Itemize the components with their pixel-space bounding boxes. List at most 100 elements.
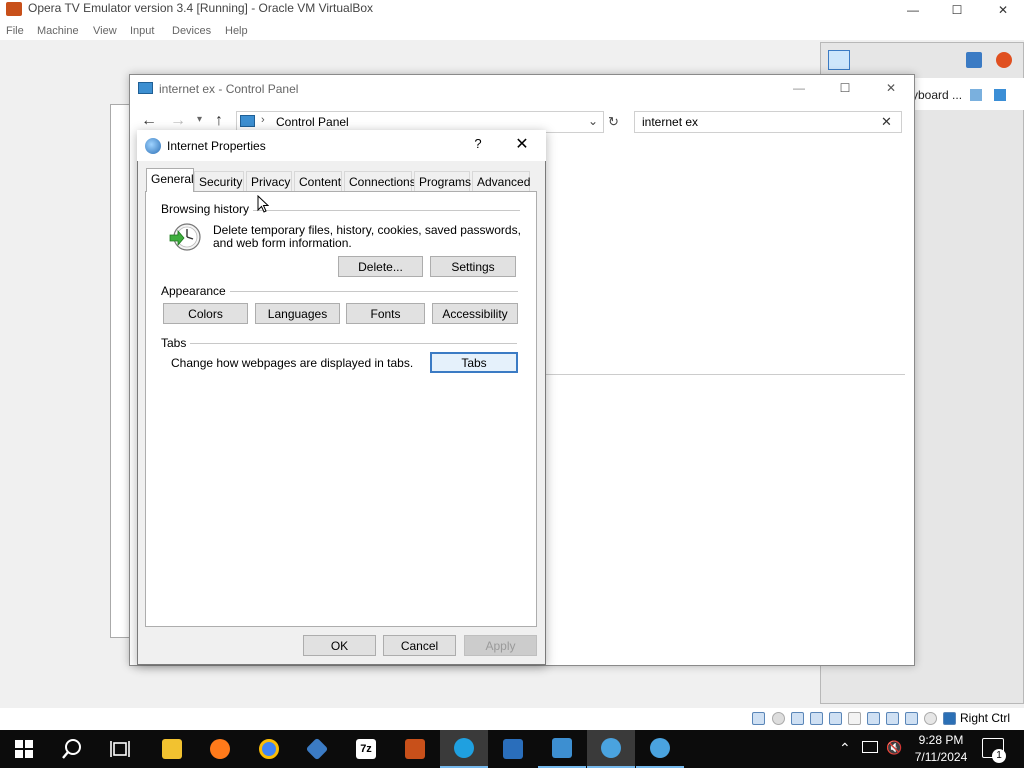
task-view-button[interactable] (96, 730, 144, 768)
taskbar-virtualbox[interactable] (293, 730, 341, 768)
breadcrumb-control-panel[interactable]: Control Panel (276, 115, 349, 129)
ease-of-access-icon[interactable] (966, 52, 982, 68)
menu-input[interactable]: Input (130, 25, 154, 37)
network-icon[interactable] (862, 741, 878, 753)
address-dropdown-icon[interactable]: ⌄ (588, 114, 598, 128)
taskbar-internet-options-1[interactable] (587, 730, 635, 768)
opera-tv-app-icon (6, 2, 22, 16)
cp-maximize-button[interactable]: ☐ (822, 78, 868, 98)
tab-general[interactable]: General (146, 168, 194, 192)
feedback-icon[interactable] (828, 50, 850, 70)
status-usb-icon[interactable] (829, 712, 842, 725)
search-icon (62, 739, 81, 759)
tab-security[interactable]: Security (194, 171, 244, 191)
status-audio-icon[interactable] (791, 712, 804, 725)
tab-connections[interactable]: Connections (344, 171, 416, 191)
up-arrow-icon[interactable]: ↑ (215, 112, 223, 130)
menu-help[interactable]: Help (225, 25, 248, 37)
taskbar-chrome[interactable] (245, 730, 293, 768)
clock-date[interactable]: 7/11/2024 (912, 750, 970, 764)
search-button[interactable] (48, 730, 96, 768)
colors-button[interactable]: Colors (163, 303, 248, 324)
refresh-icon[interactable]: ↻ (608, 114, 619, 130)
recent-locations-icon[interactable]: ▾ (197, 114, 202, 125)
status-display-icon[interactable] (867, 712, 880, 725)
delete-history-button[interactable]: Delete... (338, 256, 423, 277)
accessibility-button[interactable]: Accessibility (432, 303, 518, 324)
status-optical-icon[interactable] (772, 712, 785, 725)
menu-devices[interactable]: Devices (172, 25, 211, 37)
status-shared-folders-icon[interactable] (848, 712, 861, 725)
clear-search-icon[interactable]: ✕ (881, 114, 892, 130)
clock-time[interactable]: 9:28 PM (916, 733, 966, 747)
taskbar-edge[interactable] (440, 730, 488, 768)
taskbar-internet-options-2[interactable] (636, 730, 684, 768)
taskbar-firefox[interactable] (196, 730, 244, 768)
tab-advanced[interactable]: Advanced (472, 171, 530, 191)
content-divider (545, 374, 905, 375)
volume-muted-icon[interactable]: 🔇 (886, 740, 902, 755)
internet-options-icon (145, 138, 161, 154)
status-mouse-integration-icon[interactable] (924, 712, 937, 725)
fonts-button[interactable]: Fonts (346, 303, 425, 324)
taskbar-7zip[interactable]: 7z (342, 730, 390, 768)
status-cpu-icon[interactable] (905, 712, 918, 725)
search-input-value[interactable]: internet ex (642, 115, 698, 129)
status-harddisk-icon[interactable] (752, 712, 765, 725)
control-panel-icon (138, 82, 153, 94)
browsing-history-description-2: and web form information. (213, 236, 352, 250)
tab-content[interactable]: Content (294, 171, 342, 191)
browsing-history-divider (244, 210, 520, 211)
browsing-history-label: Browsing history (161, 202, 254, 216)
tabs-description: Change how webpages are displayed in tab… (171, 356, 414, 370)
dialog-close-icon[interactable]: ✕ (512, 135, 532, 155)
tabs-settings-button[interactable]: Tabs (430, 352, 518, 373)
breadcrumb-chevron-icon[interactable]: › (261, 114, 265, 126)
cp-close-button[interactable]: ✕ (868, 78, 914, 98)
tab-programs[interactable]: Programs (414, 171, 471, 191)
tabs-group-label: Tabs (161, 336, 191, 350)
virtualbox-icon (305, 737, 329, 761)
internet-options-taskbar-icon (601, 738, 621, 758)
cp-minimize-button[interactable]: — (776, 78, 822, 98)
taskbar-opera-tv[interactable] (391, 730, 439, 768)
dialog-title: Internet Properties (167, 139, 266, 153)
file-explorer-icon (162, 739, 182, 759)
maximize-button[interactable]: ☐ (934, 0, 980, 20)
ok-button[interactable]: OK (303, 635, 376, 656)
tabs-divider (190, 343, 517, 344)
firefox-icon (210, 739, 230, 759)
menu-view[interactable]: View (93, 25, 117, 37)
history-settings-button[interactable]: Settings (430, 256, 516, 277)
mouse-cursor-icon (257, 195, 269, 213)
status-recording-icon[interactable] (886, 712, 899, 725)
menu-file[interactable]: File (6, 25, 24, 37)
close-button[interactable]: ✕ (980, 0, 1024, 20)
back-arrow-icon[interactable]: ← (141, 112, 157, 130)
languages-button[interactable]: Languages (255, 303, 340, 324)
tab-privacy[interactable]: Privacy (246, 171, 292, 191)
taskbar-control-panel[interactable] (538, 730, 586, 768)
status-network-icon[interactable] (810, 712, 823, 725)
settings-gear-icon[interactable] (994, 89, 1006, 101)
minimize-button[interactable]: — (890, 0, 936, 20)
taskbar-file-explorer[interactable] (148, 730, 196, 768)
cancel-button[interactable]: Cancel (383, 635, 456, 656)
help-button[interactable]: ? (470, 136, 486, 154)
internet-options-taskbar-icon-2 (650, 738, 670, 758)
7zip-icon: 7z (356, 739, 376, 759)
browsing-history-icon (169, 223, 201, 251)
start-button[interactable] (0, 730, 48, 768)
windows-logo-icon (15, 740, 33, 758)
forward-arrow-icon[interactable]: → (170, 112, 186, 130)
taskbar-app-blue[interactable] (489, 730, 537, 768)
status-keyboard-icon[interactable] (943, 712, 956, 725)
edge-icon (454, 738, 474, 758)
appearance-divider (226, 291, 518, 292)
show-hidden-icons-chevron-icon[interactable]: ⌃ (839, 740, 851, 757)
apply-button[interactable]: Apply (464, 635, 537, 656)
menu-machine[interactable]: Machine (37, 25, 79, 37)
background-window-label: yboard ... (912, 88, 963, 102)
settings-icon[interactable] (996, 52, 1012, 68)
keyboard-icon[interactable] (970, 89, 982, 101)
